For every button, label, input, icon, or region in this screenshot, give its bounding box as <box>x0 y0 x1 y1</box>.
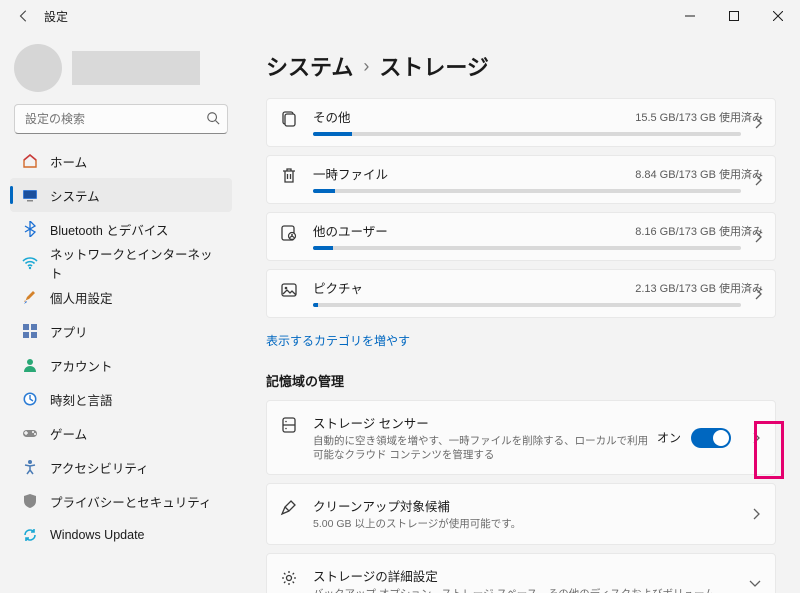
card-usage: 2.13 GB/173 GB 使用済み <box>635 280 763 296</box>
progress-bar <box>313 303 741 307</box>
storage-category-temp[interactable]: 一時ファイル 8.84 GB/173 GB 使用済み <box>266 155 776 204</box>
card-title: 他のユーザー <box>313 221 388 240</box>
storage-sense-card[interactable]: ストレージ センサー 自動的に空き領域を増やす、一時ファイルを削除する、ローカル… <box>266 400 776 475</box>
update-icon <box>22 527 38 543</box>
gear-icon <box>279 568 299 588</box>
storage-sense-toggle[interactable] <box>691 428 731 448</box>
wifi-icon <box>22 255 38 271</box>
sidebar: ホーム システム Bluetooth とデバイス ネットワークとインターネット … <box>0 32 242 593</box>
nav-label: アプリ <box>50 322 88 341</box>
maximize-button[interactable] <box>712 0 756 32</box>
search-input[interactable] <box>14 104 228 134</box>
search-box[interactable] <box>14 104 228 134</box>
storage-category-pictures[interactable]: ピクチャ 2.13 GB/173 GB 使用済み <box>266 269 776 318</box>
card-desc: バックアップ オプション、ストレージ スペース、その他のディスクおよびボリューム <box>313 587 731 593</box>
nav-gaming[interactable]: ゲーム <box>10 416 232 450</box>
card-desc: 5.00 GB 以上のストレージが使用可能です。 <box>313 517 731 531</box>
picture-icon <box>279 280 299 300</box>
nav-label: 時刻と言語 <box>50 390 113 409</box>
nav-accessibility[interactable]: アクセシビリティ <box>10 450 232 484</box>
storage-category-other[interactable]: その他 15.5 GB/173 GB 使用済み <box>266 98 776 147</box>
card-usage: 8.84 GB/173 GB 使用済み <box>635 166 763 182</box>
nav-label: アカウント <box>50 356 113 375</box>
card-title: ストレージの詳細設定 <box>313 566 731 585</box>
drive-icon <box>279 415 299 435</box>
progress-bar <box>313 189 741 193</box>
home-icon <box>22 153 38 169</box>
card-title: 一時ファイル <box>313 164 388 183</box>
section-manage-heading: 記憶域の管理 <box>266 371 776 390</box>
nav-label: Bluetooth とデバイス <box>50 220 168 239</box>
bluetooth-icon <box>22 221 38 237</box>
main-panel: システム › ストレージ その他 15.5 GB/173 GB 使用済み 一時ファ… <box>242 32 800 593</box>
card-title: クリーンアップ対象候補 <box>313 496 731 515</box>
nav-personalization[interactable]: 個人用設定 <box>10 280 232 314</box>
progress-bar <box>313 246 741 250</box>
back-button[interactable] <box>12 4 36 28</box>
shield-icon <box>22 493 38 509</box>
chevron-right-icon <box>753 231 763 243</box>
nav-label: ゲーム <box>50 424 87 443</box>
stack-icon <box>279 109 299 129</box>
chevron-right-icon <box>753 288 763 300</box>
nav-bluetooth[interactable]: Bluetooth とデバイス <box>10 212 232 246</box>
window-title: 設定 <box>44 8 68 25</box>
nav-label: ネットワークとインターネット <box>50 244 220 282</box>
card-title: ストレージ センサー <box>313 413 657 432</box>
progress-bar <box>313 132 741 136</box>
breadcrumb: システム › ストレージ <box>266 50 776 82</box>
trash-icon <box>279 166 299 186</box>
clock-icon <box>22 391 38 407</box>
breadcrumb-sep: › <box>363 56 369 77</box>
chevron-right-icon <box>753 117 763 129</box>
nav-home[interactable]: ホーム <box>10 144 232 178</box>
nav-network[interactable]: ネットワークとインターネット <box>10 246 232 280</box>
breadcrumb-current: ストレージ <box>379 50 489 82</box>
users-icon <box>279 223 299 243</box>
nav-label: アクセシビリティ <box>50 458 149 477</box>
card-usage: 8.16 GB/173 GB 使用済み <box>635 223 763 239</box>
broom-icon <box>279 498 299 518</box>
toggle-state-label: オン <box>657 429 681 446</box>
search-icon <box>206 111 220 125</box>
accessibility-icon <box>22 459 38 475</box>
card-desc: 自動的に空き領域を増やす、一時ファイルを削除する、ローカルで利用可能なクラウド … <box>313 434 657 462</box>
close-button[interactable] <box>756 0 800 32</box>
apps-icon <box>22 323 38 339</box>
minimize-button[interactable] <box>668 0 712 32</box>
chevron-right-icon <box>753 174 763 186</box>
nav-apps[interactable]: アプリ <box>10 314 232 348</box>
nav-label: ホーム <box>50 152 87 171</box>
profile[interactable] <box>4 40 238 104</box>
nav: ホーム システム Bluetooth とデバイス ネットワークとインターネット … <box>4 144 238 552</box>
nav-privacy[interactable]: プライバシーとセキュリティ <box>10 484 232 518</box>
card-title: ピクチャ <box>313 278 363 297</box>
avatar <box>14 44 62 92</box>
nav-system[interactable]: システム <box>10 178 232 212</box>
show-more-link[interactable]: 表示するカテゴリを増やす <box>266 332 410 349</box>
brush-icon <box>22 289 38 305</box>
card-title: その他 <box>313 107 351 126</box>
chevron-right-icon <box>751 508 761 520</box>
nav-accounts[interactable]: アカウント <box>10 348 232 382</box>
cleanup-card[interactable]: クリーンアップ対象候補 5.00 GB 以上のストレージが使用可能です。 <box>266 483 776 544</box>
system-icon <box>22 187 38 203</box>
nav-label: システム <box>50 186 100 205</box>
storage-category-other-users[interactable]: 他のユーザー 8.16 GB/173 GB 使用済み <box>266 212 776 261</box>
nav-label: 個人用設定 <box>50 288 113 307</box>
gamepad-icon <box>22 425 38 441</box>
card-usage: 15.5 GB/173 GB 使用済み <box>635 109 763 125</box>
nav-time[interactable]: 時刻と言語 <box>10 382 232 416</box>
titlebar: 設定 <box>0 0 800 32</box>
nav-update[interactable]: Windows Update <box>10 518 232 552</box>
chevron-right-icon[interactable] <box>751 432 761 444</box>
nav-label: プライバシーとセキュリティ <box>50 492 212 511</box>
chevron-down-icon <box>749 578 761 588</box>
account-icon <box>22 357 38 373</box>
breadcrumb-parent[interactable]: システム <box>266 50 353 82</box>
user-name-redacted <box>72 51 200 85</box>
advanced-storage-card[interactable]: ストレージの詳細設定 バックアップ オプション、ストレージ スペース、その他のデ… <box>266 553 776 593</box>
nav-label: Windows Update <box>50 528 145 542</box>
